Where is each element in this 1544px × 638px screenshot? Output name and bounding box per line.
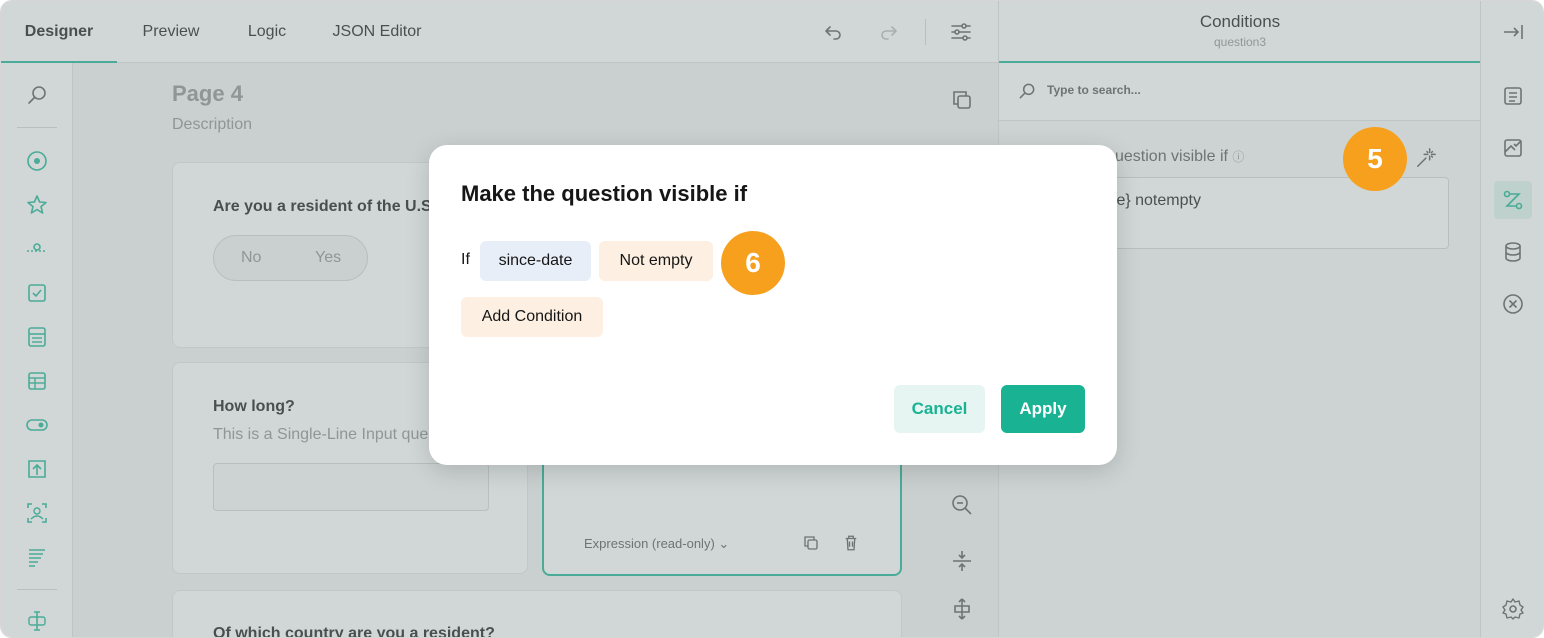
if-label: If [461, 251, 470, 268]
question-selector-chip[interactable]: since-date [480, 241, 591, 281]
operator-selector-chip[interactable]: Not empty [599, 241, 713, 281]
apply-button[interactable]: Apply [1001, 385, 1085, 433]
dialog-title: Make the question visible if [461, 181, 748, 206]
cancel-button[interactable]: Cancel [894, 385, 985, 433]
add-condition-button[interactable]: Add Condition [461, 297, 603, 337]
step-badge-6: 6 [721, 231, 785, 295]
step-badge-5: 5 [1343, 127, 1407, 191]
survey-creator-app: Designer Preview Logic JSON Editor Page … [0, 0, 1544, 638]
condition-dialog: Make the question visible if If since-da… [429, 145, 1117, 465]
